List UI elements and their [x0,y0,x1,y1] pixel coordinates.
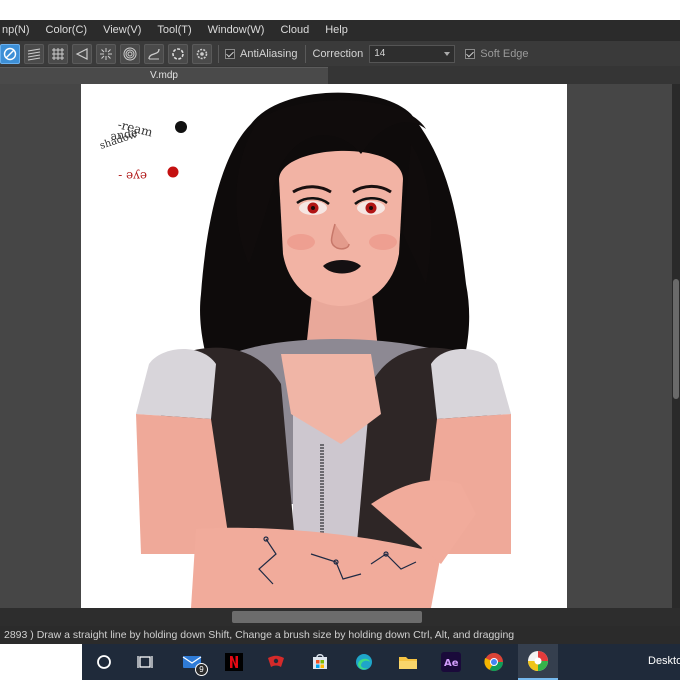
flat-fill-icon[interactable] [72,43,92,64]
svg-text:Ae: Ae [444,658,459,669]
vertical-scroll-thumb[interactable] [673,279,679,399]
correction-value: 14 [374,48,386,59]
menu-item-cloud[interactable]: Cloud [272,20,317,40]
antialiasing-checkbox[interactable] [225,48,235,59]
menu-item-color[interactable]: Color(C) [38,20,96,40]
correction-select[interactable]: 14 [369,44,456,63]
menu-bar: np(N) Color(C) View(V) Tool(T) Window(W)… [0,20,680,40]
menu-item-tool[interactable]: Tool(T) [149,20,199,40]
antialiasing-label: AntiAliasing [240,47,298,60]
store-icon[interactable] [308,650,332,674]
curve-icon[interactable] [144,43,164,64]
toolbar-separator [218,44,219,63]
tab-document[interactable]: V.mdp [0,67,328,84]
windows-taskbar: 9 Ae Deskto [0,644,680,680]
drawing-canvas[interactable]: -ream ande shadow eye - [81,84,567,608]
window-top-margin [0,0,680,20]
menu-item-help[interactable]: Help [317,20,356,40]
mail-icon[interactable]: 9 [180,650,208,676]
task-view-icon[interactable] [133,650,157,674]
taskbar-left-blank [0,644,82,680]
tool-options-bar: AntiAliasing Correction 14 Soft Edge [0,40,680,66]
netflix-icon[interactable] [222,650,246,674]
no-fill-icon[interactable] [0,43,20,64]
menu-item-window[interactable]: Window(W) [200,20,273,40]
black-color-swatch [175,121,187,133]
mail-badge: 9 [195,663,208,676]
chrome-icon[interactable] [482,650,506,674]
concentric-icon[interactable] [120,43,140,64]
settings-icon[interactable] [192,43,212,64]
canvas-workspace[interactable]: -ream ande shadow eye - [0,84,672,608]
note-eye: eye - [118,169,147,183]
circle-icon[interactable] [168,43,188,64]
medibang-paint-icon[interactable] [518,644,558,680]
toolbar-separator [305,44,307,63]
horizontal-scrollbar[interactable] [0,608,680,626]
cortana-icon[interactable] [92,650,116,674]
hatch-icon[interactable] [24,43,44,64]
red-color-swatch [167,166,179,178]
chevron-down-icon [444,51,451,56]
grid-icon[interactable] [48,43,68,64]
menu-item-np[interactable]: np(N) [0,20,38,40]
file-explorer-icon[interactable] [396,650,420,674]
menu-item-view[interactable]: View(V) [95,20,149,40]
after-effects-icon[interactable]: Ae [439,650,463,674]
status-bar: 2893 ) Draw a straight line by holding d… [0,626,680,644]
gaming-app-icon[interactable] [264,650,288,674]
vertical-scrollbar[interactable] [672,84,680,608]
artwork-illustration: -ream ande shadow eye - [99,92,511,608]
edge-browser-icon[interactable] [352,650,376,674]
document-tab-row: V.mdp [0,66,680,84]
soft-edge-checkbox[interactable] [465,48,476,59]
correction-label: Correction [312,47,364,60]
radial-lines-icon[interactable] [96,43,116,64]
horizontal-scroll-thumb[interactable] [232,611,422,623]
desktop-toolbar-label[interactable]: Deskto [648,655,680,667]
soft-edge-label: Soft Edge [480,47,529,60]
